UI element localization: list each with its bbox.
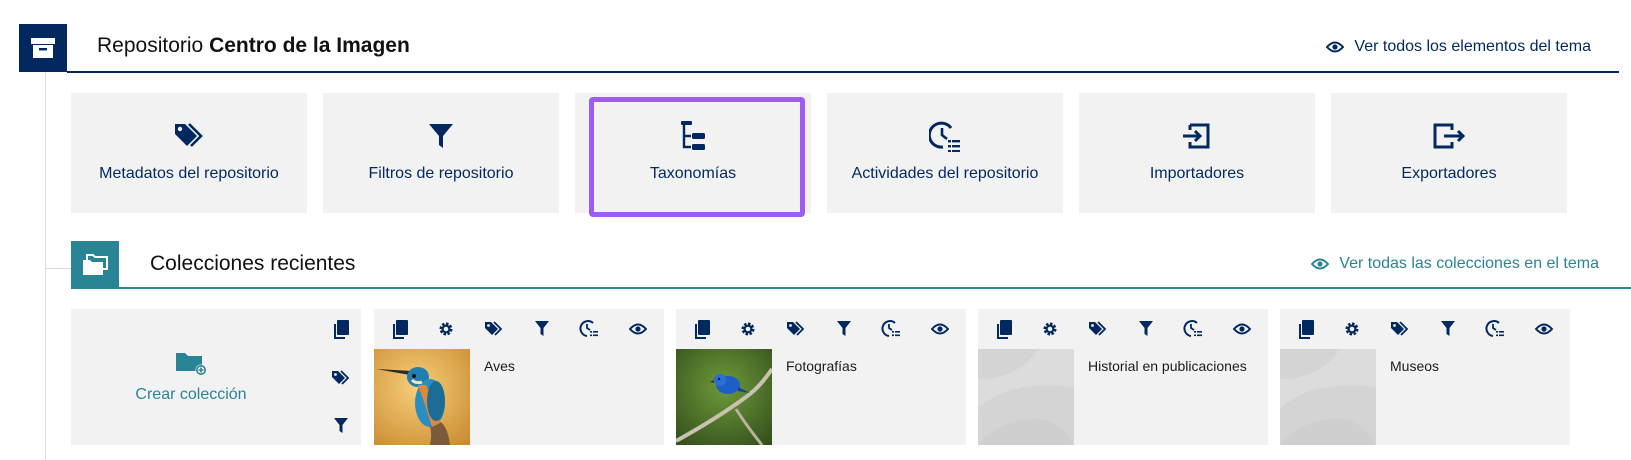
eye-icon <box>1326 41 1345 53</box>
importer-icon <box>1182 119 1212 153</box>
tags-icon[interactable] <box>331 370 351 386</box>
tool-repository-filters[interactable]: Filtros de repositorio <box>323 93 559 213</box>
tree-branch-line <box>45 268 71 269</box>
tool-exporters[interactable]: Exportadores <box>1331 93 1567 213</box>
exporter-icon <box>1432 119 1466 153</box>
filter-icon[interactable] <box>534 320 550 338</box>
gear-icon[interactable] <box>438 321 454 337</box>
tags-icon[interactable] <box>1390 321 1410 337</box>
activities-icon[interactable] <box>1183 319 1203 339</box>
eye-icon[interactable] <box>1535 323 1554 335</box>
folders-icon <box>71 241 119 289</box>
create-collection-button[interactable]: Crear colección <box>71 309 311 445</box>
tags-icon[interactable] <box>1088 321 1108 337</box>
collection-card[interactable]: Fotografías <box>676 309 966 445</box>
eye-icon <box>1311 258 1330 270</box>
tags-icon[interactable] <box>786 321 806 337</box>
copy-icon[interactable] <box>391 319 409 339</box>
blue-bird-photo <box>676 349 772 445</box>
collection-name: Fotografías <box>786 358 857 374</box>
copy-icon[interactable] <box>995 319 1013 339</box>
filter-icon[interactable] <box>1138 320 1154 338</box>
taxonomy-icon <box>679 119 707 153</box>
collection-name: Museos <box>1390 358 1440 374</box>
collection-toolbar <box>978 309 1268 349</box>
eye-icon[interactable] <box>629 323 648 335</box>
copy-icon[interactable] <box>693 319 711 339</box>
create-collection-card: Crear colección <box>71 309 361 445</box>
repository-header-underline <box>67 71 1619 73</box>
tool-importers[interactable]: Importadores <box>1079 93 1315 213</box>
create-collection-label: Crear colección <box>135 386 247 403</box>
view-all-theme-items-link[interactable]: Ver todos los elementos del tema <box>1326 38 1591 56</box>
collection-card[interactable]: Museos <box>1280 309 1570 445</box>
eye-icon[interactable] <box>1233 323 1252 335</box>
tool-label: Metadatos del repositorio <box>99 165 279 182</box>
collection-card[interactable]: Historial en publicaciones <box>978 309 1268 445</box>
view-all-collections-label: Ver todas las colecciones en el tema <box>1339 255 1599 272</box>
collections-header-underline <box>119 287 1631 289</box>
gear-icon[interactable] <box>1042 321 1058 337</box>
placeholder-thumbnail <box>1280 349 1376 445</box>
repository-title: Repositorio Centro de la Imagen <box>97 34 410 58</box>
activities-icon[interactable] <box>579 319 599 339</box>
eye-icon[interactable] <box>931 323 950 335</box>
collection-name: Aves <box>484 358 515 374</box>
view-all-collections-link[interactable]: Ver todas las colecciones en el tema <box>1311 255 1599 273</box>
activities-icon[interactable] <box>881 319 901 339</box>
kingfisher-photo <box>374 349 470 445</box>
repository-tools: Metadatos del repositorio Filtros de rep… <box>71 93 1631 217</box>
activities-icon[interactable] <box>1485 319 1505 339</box>
activities-icon <box>929 119 961 153</box>
placeholder-thumbnail <box>978 349 1074 445</box>
repository-header: Repositorio Centro de la Imagen Ver todo… <box>19 24 1619 73</box>
collections-header: Colecciones recientes Ver todas las cole… <box>71 241 1631 289</box>
tool-taxonomies[interactable]: Taxonomías <box>575 93 811 217</box>
repository-name: Centro de la Imagen <box>209 34 410 57</box>
gear-icon[interactable] <box>740 321 756 337</box>
tool-repository-activities[interactable]: Actividades del repositorio <box>827 93 1063 213</box>
filter-icon[interactable] <box>333 417 349 435</box>
tool-repository-metadata[interactable]: Metadatos del repositorio <box>71 93 307 213</box>
filter-icon[interactable] <box>1440 320 1456 338</box>
copy-icon[interactable] <box>1297 319 1315 339</box>
tool-label: Taxonomías <box>649 165 737 182</box>
folder-plus-icon <box>175 350 207 376</box>
collection-name: Historial en publicaciones <box>1088 358 1247 374</box>
filter-icon[interactable] <box>836 320 852 338</box>
gear-icon[interactable] <box>1344 321 1360 337</box>
collection-toolbar <box>1280 309 1570 349</box>
tool-label: Importadores <box>1149 165 1245 182</box>
repository-archive-icon <box>19 24 67 72</box>
repository-title-prefix: Repositorio <box>97 34 204 57</box>
filter-icon <box>428 119 454 153</box>
copy-icon[interactable] <box>332 319 350 339</box>
collection-toolbar <box>374 309 664 349</box>
tree-vertical-line <box>45 70 46 460</box>
tool-label: Exportadores <box>1401 165 1497 182</box>
collection-card[interactable]: Aves <box>374 309 664 445</box>
tags-icon[interactable] <box>484 321 504 337</box>
tool-label: Actividades del repositorio <box>851 165 1039 182</box>
tags-icon <box>173 119 205 153</box>
collection-toolbar <box>676 309 966 349</box>
tool-label: Filtros de repositorio <box>368 165 514 182</box>
collections-section-title: Colecciones recientes <box>150 252 356 275</box>
view-all-theme-items-label: Ver todos los elementos del tema <box>1354 38 1591 55</box>
create-options <box>331 319 351 435</box>
